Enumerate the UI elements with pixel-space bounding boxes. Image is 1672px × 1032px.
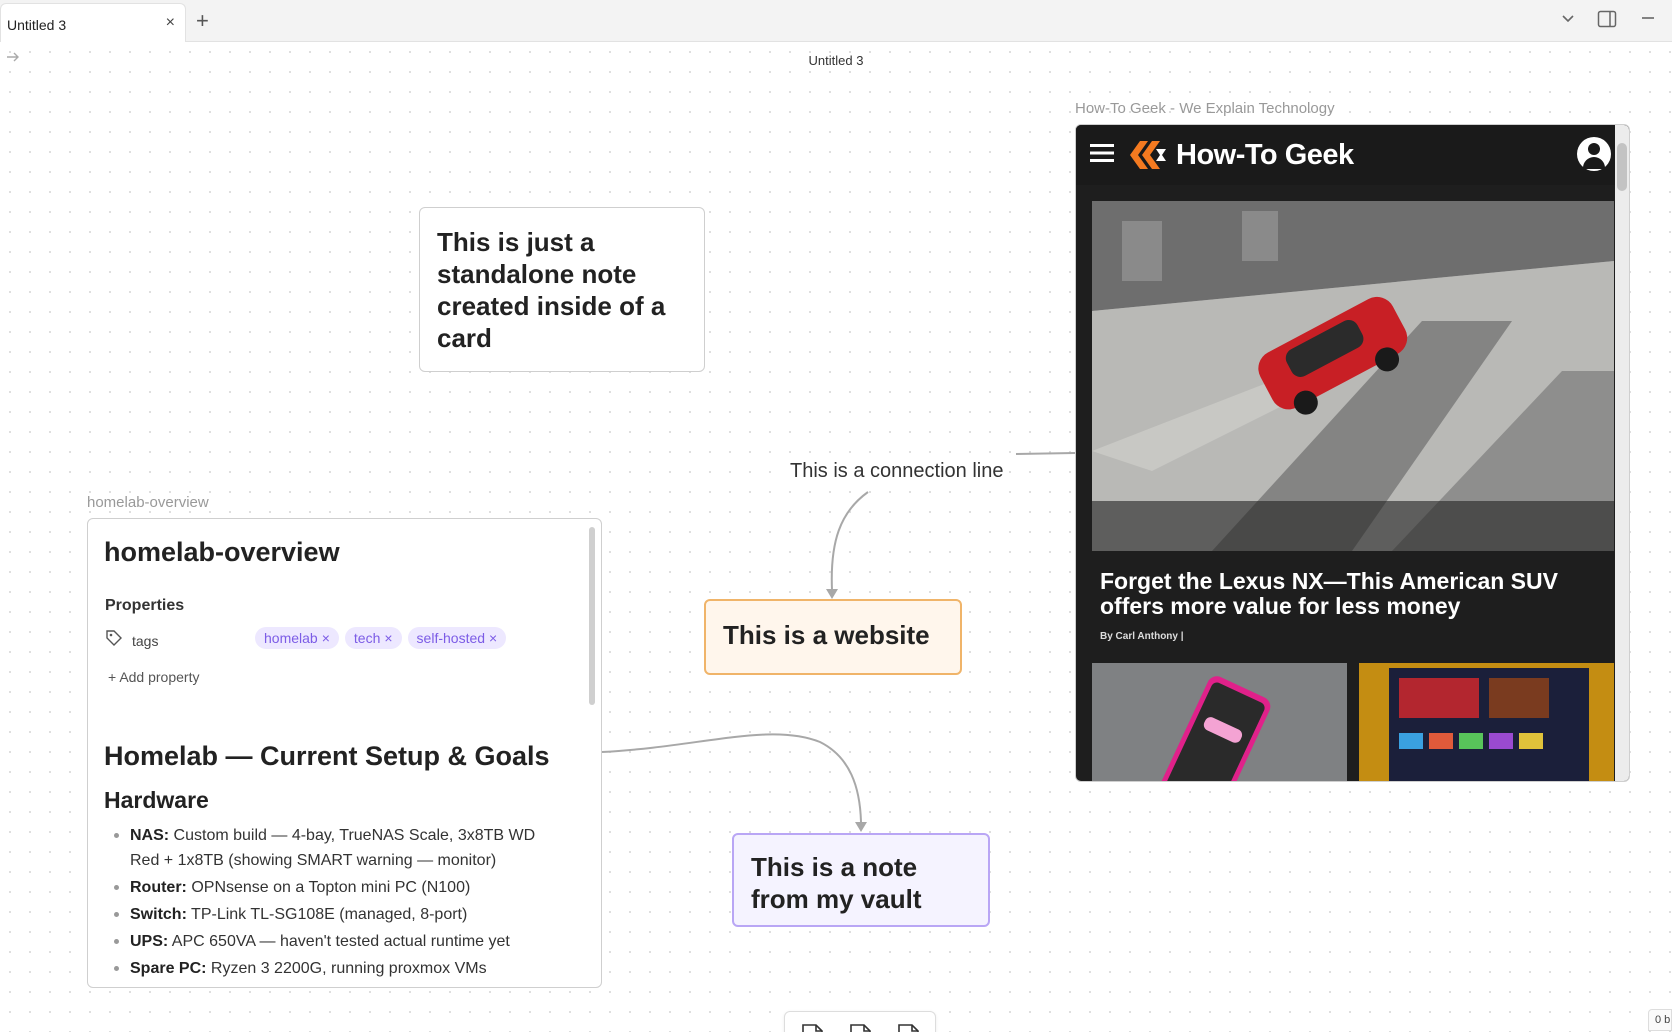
item-label: Router: xyxy=(130,879,187,896)
how-to-geek-logo-icon xyxy=(1126,137,1170,178)
web-scrollbar[interactable] xyxy=(1615,125,1629,781)
standalone-card-text: This is just a standalone note created i… xyxy=(437,227,666,353)
article-title[interactable]: Forget the Lexus NX—This American SUV of… xyxy=(1100,569,1580,619)
note-heading-1: Homelab — Current Setup & Goals xyxy=(104,741,550,771)
user-account-icon[interactable] xyxy=(1577,137,1611,171)
list-item: Router: OPNsense on a Topton mini PC (N1… xyxy=(114,875,564,900)
thumbnail-tv[interactable] xyxy=(1359,663,1614,781)
note-title: homelab-overview xyxy=(104,537,340,567)
status-indicator: 0 b xyxy=(1648,1009,1672,1031)
connection-label[interactable]: This is a connection line xyxy=(788,460,1006,483)
connection-line-web-embed[interactable] xyxy=(1015,452,1076,455)
web-embed-card[interactable]: How-To Geek Forget the Lexus NX—This Ame… xyxy=(1075,124,1630,782)
properties-heading: Properties xyxy=(105,597,185,614)
tag-pill[interactable]: self-hosted × xyxy=(407,627,507,649)
vault-card-text: This is a note from my vault xyxy=(751,852,922,914)
website-card[interactable]: This is a website xyxy=(704,599,962,675)
tags-property-row: tags homelab × tech × self-hosted × xyxy=(105,627,575,653)
web-embed-label: How-To Geek - We Explain Technology xyxy=(1075,100,1335,117)
standalone-text-card[interactable]: This is just a standalone note created i… xyxy=(419,207,705,372)
arrowhead-website xyxy=(826,589,838,599)
site-header: How-To Geek xyxy=(1076,125,1629,185)
item-text: APC 650VA — haven't tested actual runtim… xyxy=(168,933,510,950)
tag-pill[interactable]: homelab × xyxy=(255,627,339,649)
close-icon[interactable]: × xyxy=(166,14,175,32)
tag-list: homelab × tech × self-hosted × xyxy=(255,627,507,649)
note-heading-2: Hardware xyxy=(104,787,209,813)
note-scrollbar[interactable] xyxy=(589,527,595,705)
item-label: Spare PC: xyxy=(130,960,207,977)
canvas[interactable]: Untitled 3 This is just a standalone not… xyxy=(0,42,1672,1032)
web-scrollbar-thumb[interactable] xyxy=(1617,143,1627,191)
card-toolbar xyxy=(784,1011,936,1032)
menu-icon[interactable] xyxy=(1090,139,1116,171)
plus-icon: + xyxy=(108,669,117,685)
connection-line-vault[interactable] xyxy=(601,733,862,823)
item-text: Ryzen 3 2200G, running proxmox VMs xyxy=(206,960,487,977)
hero-image[interactable] xyxy=(1092,201,1614,551)
item-label: Switch: xyxy=(130,906,187,923)
item-text: Custom build — 4-bay, TrueNAS Scale, 3x8… xyxy=(130,827,536,869)
connection-line-website[interactable] xyxy=(830,491,869,591)
add-property-label: Add property xyxy=(119,669,200,685)
thumbnail-phone[interactable] xyxy=(1092,663,1347,781)
media-card-icon[interactable] xyxy=(893,1022,923,1032)
blank-card-icon[interactable] xyxy=(797,1022,827,1032)
tags-key: tags xyxy=(132,633,159,649)
item-label: UPS: xyxy=(130,933,169,950)
website-card-text: This is a website xyxy=(723,620,930,650)
item-label: NAS: xyxy=(130,827,170,844)
vault-note-card[interactable]: This is a note from my vault xyxy=(732,833,990,927)
tag-label: homelab xyxy=(264,630,318,646)
tag-label: tech xyxy=(353,630,381,646)
note-card-icon[interactable] xyxy=(845,1022,875,1032)
site-name[interactable]: How-To Geek xyxy=(1176,139,1354,172)
close-icon[interactable]: × xyxy=(489,630,497,646)
hardware-list: NAS: Custom build — 4-bay, TrueNAS Scale… xyxy=(114,823,564,983)
item-text: TP-Link TL-SG108E (managed, 8-port) xyxy=(186,906,468,923)
tag-label: self-hosted xyxy=(416,630,486,646)
sidebar-toggle-icon[interactable] xyxy=(1597,10,1617,33)
minimize-icon[interactable] xyxy=(1640,10,1656,31)
chevron-down-icon[interactable] xyxy=(1560,10,1576,31)
close-icon[interactable]: × xyxy=(322,630,330,646)
arrowhead-vault xyxy=(855,822,867,832)
tab-untitled-3[interactable]: Untitled 3 × xyxy=(0,3,186,42)
plus-icon[interactable]: + xyxy=(196,8,209,34)
list-item: UPS: APC 650VA — haven't tested actual r… xyxy=(114,929,564,954)
item-text: OPNsense on a Topton mini PC (N100) xyxy=(186,879,471,896)
tag-pill[interactable]: tech × xyxy=(344,627,402,649)
tag-icon xyxy=(105,629,123,652)
list-item: NAS: Custom build — 4-bay, TrueNAS Scale… xyxy=(114,823,564,873)
article-byline: By Carl Anthony | xyxy=(1100,631,1184,642)
list-item: Spare PC: Ryzen 3 2200G, running proxmox… xyxy=(114,956,564,981)
add-property-button[interactable]: + Add property xyxy=(108,669,199,685)
close-icon[interactable]: × xyxy=(384,630,392,646)
tab-title: Untitled 3 xyxy=(7,17,67,33)
list-item: Switch: TP-Link TL-SG108E (managed, 8-po… xyxy=(114,902,564,927)
note-embed-card[interactable]: homelab-overview Properties tags homelab… xyxy=(87,518,602,988)
note-embed-label: homelab-overview xyxy=(87,494,209,511)
tab-bar: Untitled 3 × + xyxy=(0,0,1672,42)
